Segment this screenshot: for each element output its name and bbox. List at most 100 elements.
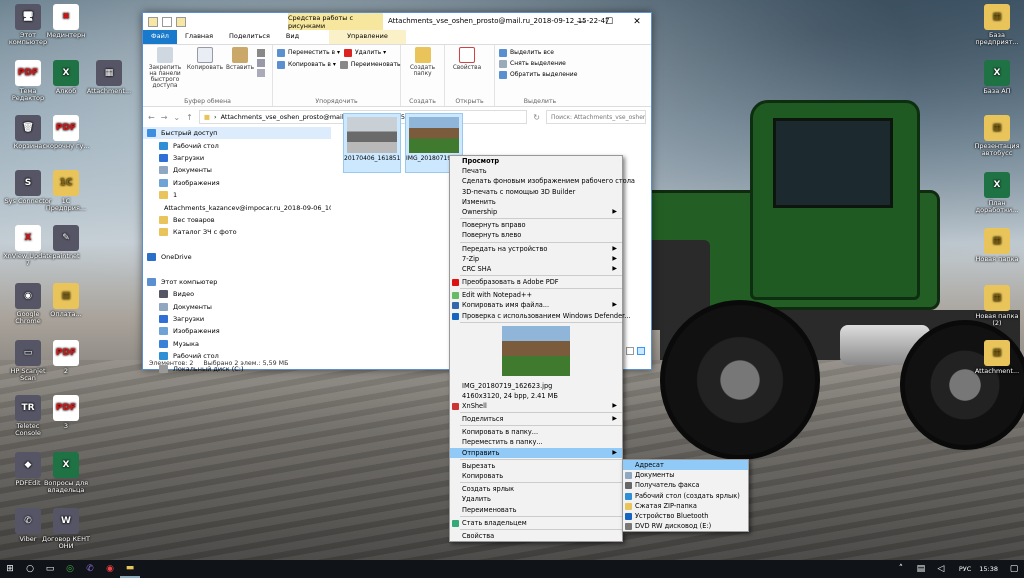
desktop-icon[interactable]: ▦ Новая папка (2) (972, 285, 1022, 327)
menu-item[interactable]: Свойства (450, 531, 622, 541)
new-folder-icon[interactable] (176, 16, 186, 27)
tab-manage[interactable]: Управление (329, 29, 406, 44)
tab-share[interactable]: Поделиться (221, 29, 278, 44)
task-view-icon[interactable]: ▭ (40, 560, 60, 578)
menu-item[interactable]: Устройство Bluetooth (623, 511, 748, 521)
menu-item[interactable]: Поделиться ▶ (450, 414, 622, 424)
menu-item[interactable]: Переместить в папку... (450, 437, 622, 447)
select-all-button[interactable]: Выделить все (499, 47, 581, 58)
nav-item[interactable] (143, 263, 331, 275)
properties-icon[interactable] (162, 16, 172, 27)
context-menu[interactable]: Просмотр Печать Сделать фоновым изображени… (449, 155, 635, 543)
nav-item[interactable]: Видео (143, 288, 331, 300)
navigation-pane[interactable]: Быстрый доступ Рабочий стол Загрузки Докуме… (143, 127, 331, 373)
menu-item[interactable]: Копировать (450, 471, 622, 481)
desktop-icon[interactable]: PDF скорочну гу... (41, 115, 91, 150)
menu-item[interactable]: Edit with Notepad++ (450, 290, 622, 300)
menu-item[interactable]: 3D-печать с помощью 3D Builder (450, 187, 622, 197)
copy-button[interactable]: Копировать (187, 47, 223, 104)
menu-item[interactable]: Передать на устройство ▶ (450, 244, 622, 254)
desktop-icon[interactable]: ▦ Attachment... (972, 340, 1022, 375)
menu-item[interactable]: Просмотр (450, 156, 622, 166)
pin-button[interactable]: Закрепить на панели быстрого доступа (147, 47, 183, 104)
minimize-button[interactable]: — (567, 13, 595, 30)
menu-item[interactable]: Повернуть влево (450, 230, 622, 240)
menu-item[interactable]: Стать владельцем (450, 518, 622, 528)
volume-icon[interactable]: ◁ (931, 560, 951, 578)
nav-item[interactable]: Этот компьютер (143, 276, 331, 288)
desktop-icon[interactable]: ▦ База предприят... (972, 4, 1022, 46)
desktop-icon[interactable]: W Договор КЕНТ ОНИ (41, 508, 91, 550)
delete-button[interactable]: Удалить ▾ (344, 47, 386, 58)
menu-item[interactable]: CRC SHA ▶ (450, 264, 622, 274)
menu-item[interactable]: Вырезать (450, 461, 622, 471)
language-indicator[interactable]: РУС (959, 565, 971, 573)
menu-item[interactable]: Ownership ▶ (450, 207, 622, 217)
menu-item[interactable]: Рабочий стол (создать ярлык) (623, 491, 748, 501)
menu-item[interactable]: Копировать имя файла... ▶ (450, 300, 622, 310)
rename-button[interactable]: Переименовать (339, 59, 401, 70)
nav-item[interactable]: Каталог ЗЧ с фото (143, 226, 331, 238)
nav-item[interactable] (143, 239, 331, 251)
recent-locations-icon[interactable]: ⌄ (173, 113, 180, 122)
desktop-icon[interactable]: X Вопросы для владельца (41, 452, 91, 494)
search-icon[interactable]: ○ (20, 560, 40, 578)
details-view-icon[interactable] (626, 347, 634, 355)
menu-item[interactable]: Повернуть вправо (450, 220, 622, 230)
desktop-icon[interactable]: ▦ Attachment... (84, 60, 134, 95)
menu-item[interactable]: Проверка с использованием Windows Defend… (450, 311, 631, 321)
paste-shortcut-icon[interactable] (257, 69, 265, 77)
desktop-icon[interactable]: X База АП (972, 60, 1022, 95)
desktop-icon[interactable]: PDF 3 (41, 395, 91, 430)
desktop-icon[interactable]: ✎ paintnet (41, 225, 91, 260)
nav-item[interactable]: Рабочий стол (143, 139, 331, 151)
desktop-icon[interactable]: X План доработки... (972, 172, 1022, 214)
nav-item[interactable]: Документы (143, 164, 331, 176)
title-bar[interactable]: Средства работы с рисунками Attachments_… (143, 13, 651, 30)
desktop-icon[interactable]: PDF 2 (41, 340, 91, 375)
menu-item[interactable]: Переименовать (450, 505, 622, 515)
up-icon[interactable]: ↑ (186, 113, 193, 122)
menu-item[interactable]: 7-Zip ▶ (450, 254, 622, 264)
viber-icon[interactable]: ✆ (80, 560, 100, 578)
menu-item[interactable]: Изменить (450, 197, 622, 207)
menu-item[interactable]: Создать ярлык (450, 484, 622, 494)
nav-item[interactable]: Загрузки (143, 313, 331, 325)
nav-item[interactable]: Документы (143, 300, 331, 312)
clock[interactable]: 15:38 (979, 565, 998, 573)
menu-item[interactable]: Отправить ▶ (450, 447, 622, 458)
folder-icon[interactable] (148, 16, 158, 27)
nav-item[interactable]: Вес товаров (143, 214, 331, 226)
paste-button[interactable]: Вставить (226, 47, 254, 104)
menu-item[interactable]: DVD RW дисковод (E:) (623, 521, 748, 531)
invert-selection-button[interactable]: Обратить выделение (499, 69, 581, 80)
tray-chevron-icon[interactable]: ˄ (891, 560, 911, 578)
nav-item[interactable]: OneDrive (143, 251, 331, 263)
tab-view[interactable]: Вид (278, 29, 307, 44)
close-button[interactable]: ✕ (623, 13, 651, 30)
menu-item[interactable]: Удалить (450, 494, 622, 504)
nav-item[interactable]: 1 (143, 189, 331, 201)
file-thumbnail[interactable]: 20170406_161851 (343, 113, 401, 173)
nav-item[interactable]: Изображения (143, 325, 331, 337)
new-folder-button[interactable]: Создать папку (405, 47, 440, 104)
menu-item[interactable]: Получатель факса (623, 480, 748, 490)
nav-item[interactable]: Attachments_kazancev@impocar.ru_2018-09-… (143, 201, 331, 213)
back-icon[interactable]: ← (148, 113, 155, 122)
properties-button[interactable]: Свойства (449, 47, 485, 104)
nav-item[interactable]: Музыка (143, 338, 331, 350)
desktop-icon[interactable]: ✖ Мединтерн (41, 4, 91, 39)
menu-item[interactable]: Преобразовать в Adobe PDF (450, 277, 622, 287)
copy-to-button[interactable]: Копировать в ▾ (277, 59, 336, 70)
menu-item[interactable]: Документы (623, 470, 748, 480)
menu-item[interactable]: Сделать фоновым изображением рабочего ст… (450, 176, 635, 186)
chrome-icon[interactable]: ◉ (100, 560, 120, 578)
cut-icon[interactable] (257, 49, 265, 57)
forward-icon[interactable]: → (161, 113, 168, 122)
maximize-button[interactable]: ☐ (595, 13, 623, 30)
move-to-button[interactable]: Переместить в ▾ (277, 47, 340, 58)
file-explorer-icon[interactable]: ▬ (120, 560, 140, 578)
send-to-submenu[interactable]: Адресат Документы Получатель факса Рабочий … (622, 459, 749, 533)
nav-item[interactable]: Загрузки (143, 152, 331, 164)
menu-item[interactable]: Копировать в папку... (450, 427, 622, 437)
